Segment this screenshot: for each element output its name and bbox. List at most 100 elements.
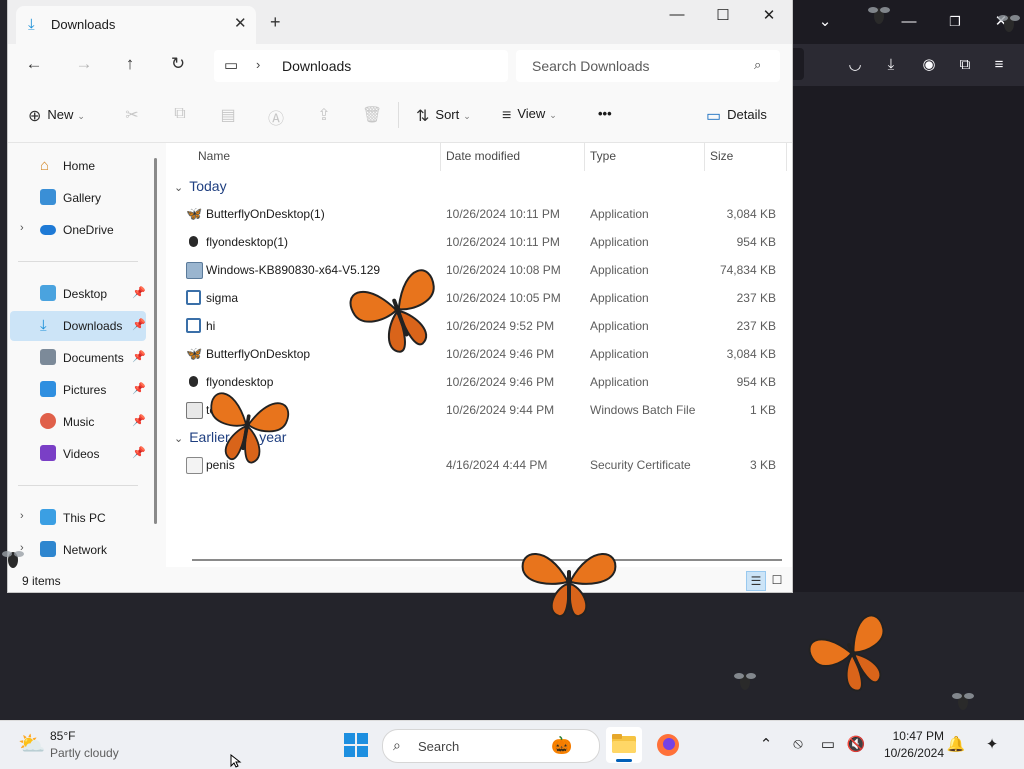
column-header-date[interactable]: Date modified <box>446 149 520 163</box>
sidebar-item-label: Network <box>63 543 108 557</box>
sidebar-item-downloads[interactable]: ⤓ Downloads 📌 <box>10 311 146 341</box>
sidebar-item-gallery[interactable]: Gallery <box>10 183 146 213</box>
details-view-icon[interactable]: ☰ <box>746 571 766 591</box>
forward-icon[interactable]: → <box>72 54 96 74</box>
search-highlight-pumpkin-icon: 🎃 <box>551 736 573 755</box>
pictures-icon <box>40 381 56 397</box>
sidebar-item-home[interactable]: ⌂ Home <box>10 151 146 181</box>
column-header-name[interactable]: Name <box>198 149 230 163</box>
sidebar-item-desktop[interactable]: Desktop 📌 <box>10 279 146 309</box>
sidebar-item-pictures[interactable]: Pictures 📌 <box>10 375 146 405</box>
network-status-icon[interactable]: ⦸ <box>788 735 808 752</box>
column-divider[interactable] <box>786 143 787 171</box>
computer-icon[interactable]: ▭ <box>224 56 238 74</box>
up-icon[interactable]: ↑ <box>118 54 142 74</box>
new-button[interactable]: ⊕ New ⌄ <box>28 106 85 126</box>
cut-icon[interactable]: ✂ <box>122 105 142 125</box>
browser-minimize-icon[interactable]: — <box>898 11 920 33</box>
pin-icon: 📌 <box>132 287 146 299</box>
table-row[interactable]: Windows-KB890830-x64-V5.129 10/26/2024 1… <box>166 256 786 284</box>
sidebar-item-videos[interactable]: Videos 📌 <box>10 439 146 469</box>
table-row[interactable]: hi 10/26/2024 9:52 PM Application 237 KB <box>166 312 786 340</box>
sidebar-item-this-pc[interactable]: › This PC <box>10 503 146 533</box>
chevron-down-icon: ⌄ <box>77 111 85 121</box>
column-divider[interactable] <box>440 143 441 171</box>
list-all-tabs-icon[interactable]: ⌄ <box>814 11 836 33</box>
share-icon[interactable]: ⇪ <box>314 105 334 125</box>
address-bar[interactable]: ▭ › Downloads <box>214 50 508 82</box>
weather-condition[interactable]: Partly cloudy <box>50 746 119 760</box>
chevron-right-icon[interactable]: › <box>20 222 24 234</box>
delete-icon[interactable]: 🗑 <box>362 105 382 125</box>
column-header-type[interactable]: Type <box>590 149 616 163</box>
back-icon[interactable]: ← <box>22 54 46 74</box>
clock-time[interactable]: 10:47 PM <box>880 729 944 743</box>
mouse-cursor-icon <box>230 754 242 768</box>
column-divider[interactable] <box>584 143 585 171</box>
sidebar-item-network[interactable]: › Network <box>10 535 146 565</box>
column-divider[interactable] <box>704 143 705 171</box>
tab-title: Downloads <box>51 17 116 32</box>
file-date: 10/26/2024 9:52 PM <box>446 319 555 333</box>
horizontal-scrollbar[interactable] <box>192 559 782 561</box>
display-icon[interactable]: ▭ <box>818 735 838 753</box>
file-size: 954 KB <box>736 235 776 249</box>
tab-close-icon[interactable]: ✕ <box>234 14 247 32</box>
maximize-button[interactable]: ☐ <box>712 6 734 24</box>
new-tab-button[interactable]: + <box>270 12 281 33</box>
file-size: 3,084 KB <box>726 207 776 221</box>
browser-urlbar-edge[interactable] <box>792 48 804 80</box>
sidebar-scrollbar[interactable] <box>154 158 157 524</box>
start-button[interactable] <box>344 733 368 757</box>
partly-cloudy-icon[interactable]: ⛅ <box>18 731 45 757</box>
group-header-today[interactable]: ⌄ Today <box>174 178 227 194</box>
view-button[interactable]: ≡ View ⌄ <box>502 106 557 125</box>
account-icon[interactable]: ◉ <box>918 54 940 76</box>
copilot-icon[interactable]: ✦ <box>982 735 1002 753</box>
volume-muted-icon[interactable]: 🔇 <box>846 735 866 753</box>
file-date: 10/26/2024 10:05 PM <box>446 291 561 305</box>
status-bar: 9 items ☰ ☐ <box>8 567 792 592</box>
taskbar-search[interactable]: ⌕ Search 🎃 <box>382 729 600 763</box>
sidebar-item-documents[interactable]: Documents 📌 <box>10 343 146 373</box>
pocket-icon[interactable]: ◡ <box>844 54 866 76</box>
firefox-taskbar-button[interactable] <box>650 727 686 763</box>
breadcrumb-downloads[interactable]: Downloads <box>282 58 351 74</box>
sidebar-item-label: This PC <box>63 511 106 525</box>
sort-button[interactable]: ⇅ Sort ⌄ <box>416 106 471 126</box>
table-row[interactable]: 🦋 ButterflyOnDesktop(1) 10/26/2024 10:11… <box>166 200 786 228</box>
browser-menu-icon[interactable]: ≡ <box>988 54 1010 76</box>
tab-downloads[interactable]: ⤓ Downloads ✕ <box>16 6 256 44</box>
table-row[interactable]: 🦋 ButterflyOnDesktop 10/26/2024 9:46 PM … <box>166 340 786 368</box>
rename-icon[interactable]: Ⓐ <box>266 105 286 129</box>
details-button[interactable]: ▭ Details <box>706 106 767 126</box>
browser-restore-icon[interactable]: ❐ <box>944 11 966 33</box>
sidebar-item-onedrive[interactable]: › OneDrive <box>10 215 146 245</box>
refresh-icon[interactable]: ↻ <box>166 54 190 74</box>
column-header-size[interactable]: Size <box>710 149 733 163</box>
file-explorer-taskbar-button[interactable] <box>606 727 642 763</box>
file-size: 3 KB <box>749 458 776 472</box>
weather-temperature[interactable]: 85°F <box>50 729 75 743</box>
table-row[interactable]: flyondesktop(1) 10/26/2024 10:11 PM Appl… <box>166 228 786 256</box>
tiles-view-icon[interactable]: ☐ <box>768 571 786 589</box>
copy-icon[interactable]: ⧉ <box>170 105 190 123</box>
clock-date[interactable]: 10/26/2024 <box>876 746 944 760</box>
chevron-up-icon[interactable]: ⌃ <box>756 735 776 753</box>
table-row[interactable]: sigma 10/26/2024 10:05 PM Application 23… <box>166 284 786 312</box>
sidebar-item-label: Home <box>63 159 96 173</box>
extensions-icon[interactable]: ⧉ <box>954 54 976 76</box>
paste-icon[interactable]: ▤ <box>218 105 238 125</box>
more-options-button[interactable]: ••• <box>598 106 612 121</box>
file-size: 237 KB <box>736 319 776 333</box>
search-box[interactable]: Search Downloads ⌕ <box>516 50 780 82</box>
file-type: Application <box>590 319 649 333</box>
notification-bell-icon[interactable]: 🔔 <box>946 735 966 753</box>
close-button[interactable]: ✕ <box>758 6 780 24</box>
network-icon <box>40 541 56 557</box>
browser-downloads-icon[interactable]: ⤓ <box>880 54 902 76</box>
minimize-button[interactable]: — <box>666 6 688 23</box>
chevron-right-icon[interactable]: › <box>20 510 24 522</box>
chevron-right-icon[interactable]: › <box>256 57 260 72</box>
sidebar-item-music[interactable]: Music 📌 <box>10 407 146 437</box>
